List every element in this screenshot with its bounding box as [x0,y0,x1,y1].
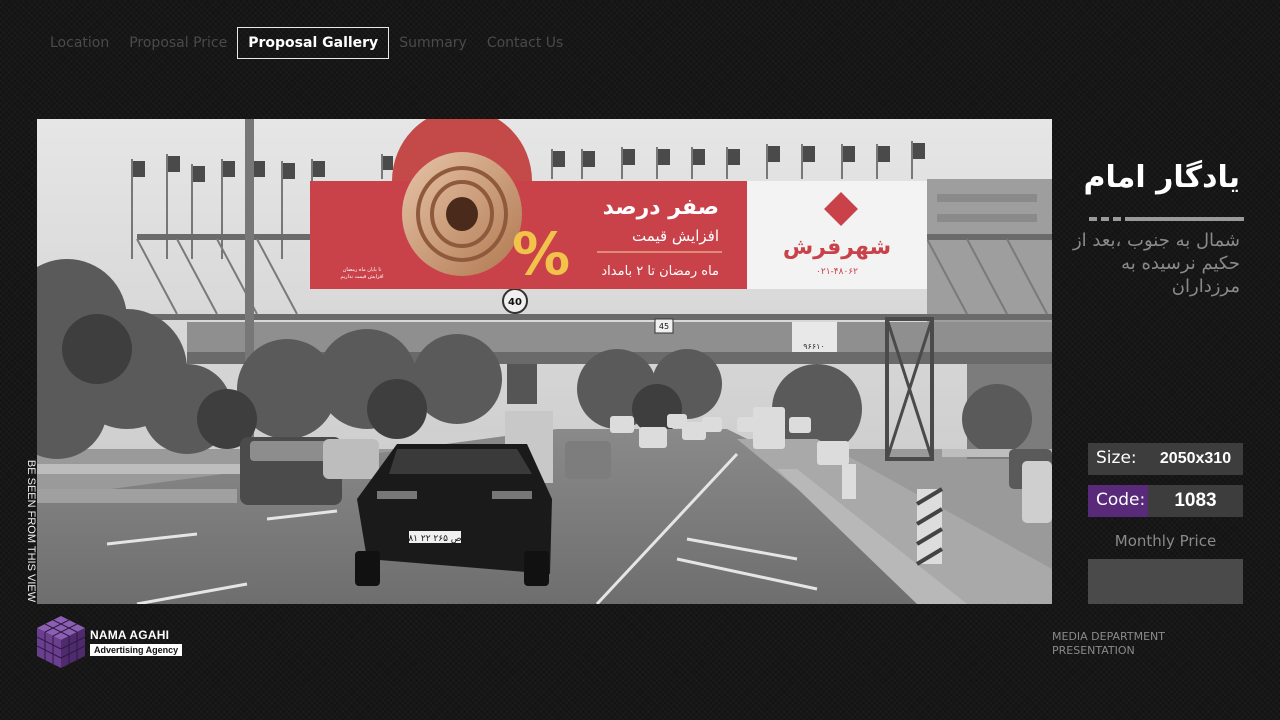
license-plate: ۸۱ ص ۲۶۵ ۲۲ [408,534,461,544]
side-caption: BE SEEN FROM THIS VIEW [25,456,37,604]
monthly-price-label: Monthly Price [1114,532,1217,550]
code-row: Code: 1083 [1088,485,1243,517]
location-description: شمال به جنوب ،بعد از حکیم نرسیده به مرزد… [1072,230,1240,297]
bridge-sign-text: 45 [659,322,669,331]
agency-name: NAMA AGAHI [90,628,170,642]
nav-summary[interactable]: Summary [389,28,477,58]
nav-contact-us[interactable]: Contact Us [477,28,573,58]
location-title: یادگار امام [1083,160,1240,195]
phone-sign-text: ۹۶۶۱۰ [803,342,824,351]
title-divider [1125,217,1244,221]
billboard-small-text-1: تا پایان ماه رمضان [343,267,382,273]
monthly-price-box [1088,559,1243,604]
billboard-photo: 40 45 ۹۶۶۱۰ ۸۱ ص ۲۶۵ ۲۲ % صفر درصد افزای… [37,119,1052,604]
billboard-phone: ۰۲۱-۴۸۰۶۲ [816,267,858,277]
nav-proposal-price[interactable]: Proposal Price [119,28,237,58]
nav-proposal-gallery[interactable]: Proposal Gallery [237,27,390,59]
title-divider-dot [1113,217,1121,221]
top-nav: Location Proposal Price Proposal Gallery… [40,27,573,59]
agency-tagline: Advertising Agency [90,644,183,656]
title-divider-dot [1089,217,1097,221]
department-line-1: MEDIA DEPARTMENT [1052,630,1166,643]
department-label: MEDIA DEPARTMENT PRESENTATION [1052,630,1165,658]
department-line-2: PRESENTATION [1052,644,1135,657]
billboard-offer: ماه رمضان تا ۲ بامداد [601,264,719,279]
billboard-percent: % [512,220,570,288]
code-label: Code: [1088,485,1148,517]
side-caption-text: BE SEEN FROM THIS VIEW [25,459,37,603]
billboard-headline: صفر درصد [603,195,719,220]
agency-logo-icon [36,616,86,673]
nav-location[interactable]: Location [40,28,119,58]
title-divider-dot [1101,217,1109,221]
speed-sign-text: 40 [508,297,522,308]
size-value: 2050x310 [1148,443,1243,475]
billboard-small-text-2: افزایش قیمت نداریم [340,274,383,280]
billboard-subline: افزایش قیمت [632,227,719,245]
size-label: Size: [1088,443,1148,475]
billboard-brand: شهرفرش [783,235,891,260]
code-value: 1083 [1148,485,1243,517]
size-row: Size: 2050x310 [1088,443,1243,475]
